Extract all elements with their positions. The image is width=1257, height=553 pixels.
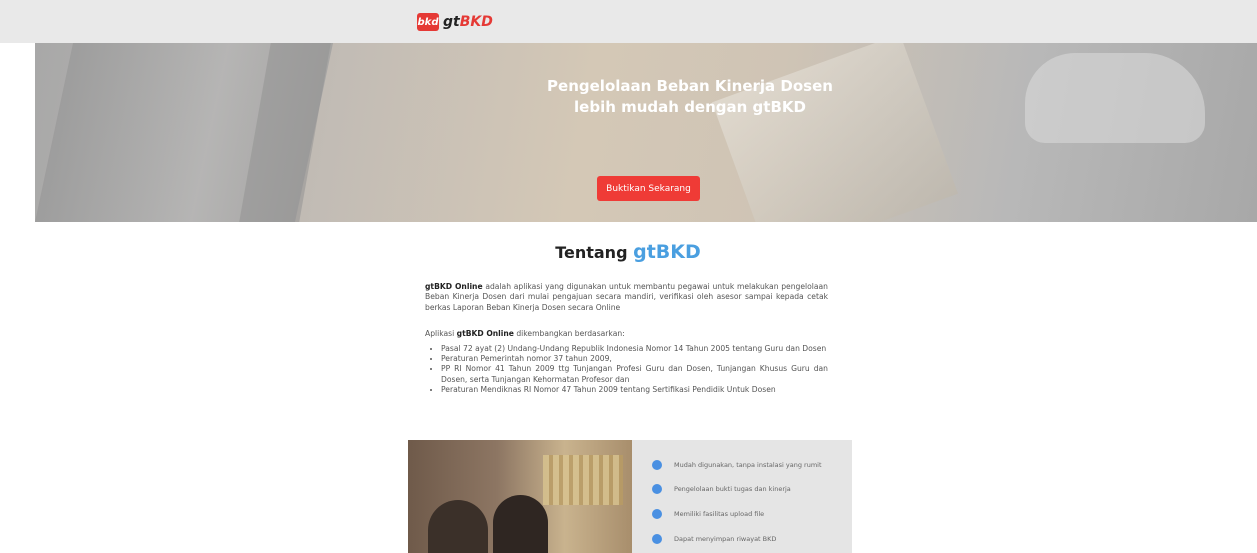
feature-item: Memiliki fasilitas upload file — [652, 509, 764, 519]
students-photo — [408, 440, 632, 553]
about-intro: gtBKD Online adalah aplikasi yang diguna… — [425, 282, 828, 312]
basis-list: Pasal 72 ayat (2) Undang-Undang Republik… — [425, 344, 828, 396]
list-item: Peraturan Pemerintah nomor 37 tahun 2009… — [441, 354, 828, 364]
about-basis: Aplikasi gtBKD Online dikembangkan berda… — [425, 329, 625, 339]
about-heading: Tentang gtBKD — [555, 241, 701, 263]
bullet-dot-icon — [652, 509, 662, 519]
buktikan-sekarang-button[interactable]: Buktikan Sekarang — [597, 176, 700, 201]
hero-banner: Pengelolaan Beban Kinerja Dosen lebih mu… — [35, 43, 1257, 222]
bullet-dot-icon — [652, 484, 662, 494]
feature-item: Mudah digunakan, tanpa instalasi yang ru… — [652, 460, 822, 470]
list-item: Pasal 72 ayat (2) Undang-Undang Republik… — [441, 344, 828, 354]
hero-title: Pengelolaan Beban Kinerja Dosen lebih mu… — [547, 77, 833, 116]
bullet-dot-icon — [652, 460, 662, 470]
bullet-dot-icon — [652, 534, 662, 544]
about-content: gtBKD Online adalah aplikasi yang diguna… — [425, 282, 828, 396]
feature-item: Dapat menyimpan riwayat BKD — [652, 534, 776, 544]
logo-badge-icon: bkd — [417, 13, 439, 31]
logo-text: gtBKD — [443, 14, 493, 30]
feature-list: Mudah digunakan, tanpa instalasi yang ru… — [632, 440, 852, 553]
list-item: Peraturan Mendiknas RI Nomor 47 Tahun 20… — [441, 385, 828, 395]
list-item: PP RI Nomor 41 Tahun 2009 ttg Tunjangan … — [441, 364, 828, 385]
hero-background-book — [711, 43, 959, 222]
hero-background-toy-car — [1025, 53, 1205, 143]
site-logo[interactable]: bkd gtBKD — [417, 13, 493, 31]
top-navbar: bkd gtBKD — [0, 0, 1257, 43]
about-heading-brand: gtBKD — [633, 241, 701, 263]
feature-item: Pengelolaan bukti tugas dan kinerja — [652, 484, 791, 494]
